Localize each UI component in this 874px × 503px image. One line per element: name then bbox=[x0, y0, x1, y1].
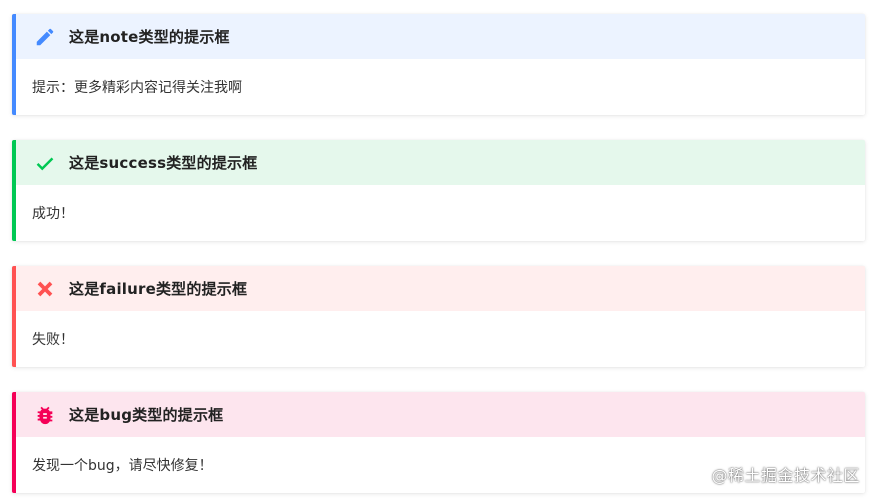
admonition-failure: 这是failure类型的提示框 失败！ bbox=[12, 266, 865, 367]
admonition-bug-title-text: 这是bug类型的提示框 bbox=[69, 406, 224, 424]
admonition-bug-title: 这是bug类型的提示框 bbox=[16, 392, 865, 437]
check-icon bbox=[34, 152, 56, 174]
admonition-success: 这是success类型的提示框 成功！ bbox=[12, 140, 865, 241]
pencil-icon bbox=[34, 26, 56, 48]
admonition-success-title-text: 这是success类型的提示框 bbox=[69, 154, 258, 172]
admonition-success-body: 成功！ bbox=[32, 206, 74, 222]
admonition-list: 这是note类型的提示框 提示：更多精彩内容记得关注我啊 这是success类型… bbox=[12, 14, 865, 503]
admonition-failure-title: 这是failure类型的提示框 bbox=[16, 266, 865, 311]
admonition-failure-title-text: 这是failure类型的提示框 bbox=[69, 280, 248, 298]
admonition-note-title-text: 这是note类型的提示框 bbox=[69, 28, 230, 46]
admonition-note-body: 提示：更多精彩内容记得关注我啊 bbox=[32, 80, 242, 96]
watermark: @稀土掘金技术社区 bbox=[711, 466, 860, 485]
bug-icon bbox=[34, 404, 56, 426]
admonition-note: 这是note类型的提示框 提示：更多精彩内容记得关注我啊 bbox=[12, 14, 865, 115]
admonition-failure-body: 失败！ bbox=[32, 332, 74, 348]
admonition-note-title: 这是note类型的提示框 bbox=[16, 14, 865, 59]
cross-icon bbox=[34, 278, 56, 300]
admonition-success-title: 这是success类型的提示框 bbox=[16, 140, 865, 185]
